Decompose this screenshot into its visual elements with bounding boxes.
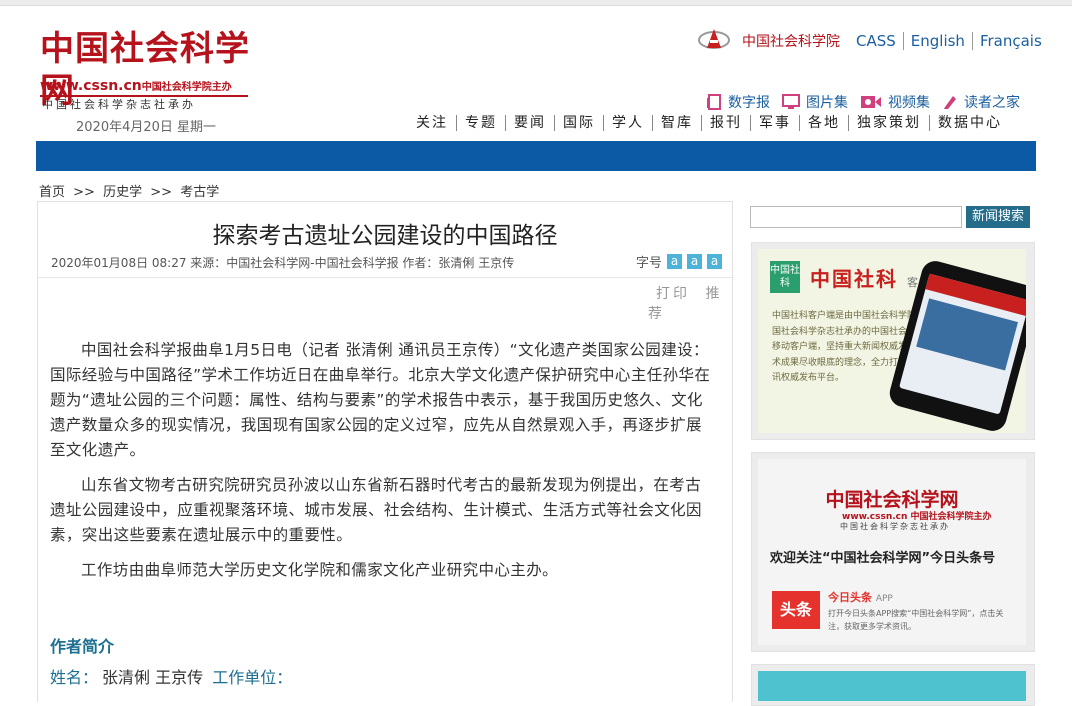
- feature-link-label: 读者之家: [964, 95, 1020, 111]
- font-size-large-button[interactable]: a: [667, 254, 683, 269]
- author-info: 姓名： 张清俐 王京传 工作单位：: [50, 664, 292, 688]
- nav-item-scholars[interactable]: 学人: [603, 115, 652, 131]
- breadcrumb-home[interactable]: 首页: [39, 185, 65, 200]
- blue-nav-bar: [36, 141, 1036, 171]
- feature-link-label: 图片集: [806, 95, 848, 111]
- site-logo[interactable]: 中国社会科学网 www.cssn.cn中国社会科学院主办 中国社会科学杂志社承办: [40, 28, 250, 112]
- toutiao-promo-banner[interactable]: 中国社会科学网 www.cssn.cn 中国社会科学院主办 中国社会科学杂志社承…: [758, 459, 1026, 645]
- nav-item-follow[interactable]: 关注: [408, 115, 456, 131]
- toutiao-app-name: 今日头条 APP: [828, 591, 893, 604]
- nav-item-regions[interactable]: 各地: [799, 115, 848, 131]
- article-paragraph: 工作坊由曲阜师范大学历史文化学院和儒家文化产业研究中心主办。: [81, 561, 559, 579]
- lang-link-french[interactable]: Français: [971, 32, 1049, 50]
- feature-link-videos[interactable]: 视频集: [860, 92, 930, 112]
- app-promo-box: 中国社科 中国社科 客户端 中国社科客户端是由中国社会科学院主办，中国社会科学杂…: [751, 242, 1035, 440]
- third-promo-box: [751, 664, 1035, 706]
- article-title: 探索考古遗址公园建设的中国路径: [212, 223, 558, 249]
- author-unit-label: 工作单位：: [212, 668, 293, 687]
- nav-item-topics[interactable]: 专题: [456, 115, 505, 131]
- nav-item-data-center[interactable]: 数据中心: [929, 115, 1010, 131]
- feature-links: 数字报 图片集 视频集 读者之家: [706, 92, 1020, 112]
- video-icon: [861, 96, 881, 108]
- nav-item-thinktank[interactable]: 智库: [652, 115, 701, 131]
- cass-cn-link[interactable]: 中国社会科学院: [742, 31, 840, 51]
- current-date: 2020年4月20日 星期一: [76, 120, 217, 135]
- author-heading: 作者简介: [50, 637, 115, 656]
- newspaper-icon: [707, 94, 721, 110]
- search-input[interactable]: [750, 206, 962, 228]
- font-size-medium-button[interactable]: a: [687, 254, 703, 269]
- breadcrumb-separator: >>: [150, 185, 173, 200]
- feature-link-newspaper[interactable]: 数字报: [706, 92, 770, 112]
- top-links: 中国社会科学院 CASS English Français: [742, 31, 1049, 51]
- app-logo-icon: 中国社科: [770, 261, 800, 293]
- article-panel: 探索考古遗址公园建设的中国路径 2020年01月08日 08:27 来源：中国社…: [37, 201, 733, 702]
- breadcrumb: 首页 >> 历史学 >> 考古学: [39, 181, 223, 200]
- author-name-label: 姓名：: [50, 668, 99, 687]
- font-size-control: 字号 a a a: [636, 252, 723, 271]
- nav-item-news[interactable]: 要闻: [505, 115, 554, 131]
- toutiao-app-icon: 头条: [772, 591, 820, 629]
- browser-top-strip: [0, 0, 1072, 6]
- nav-item-international[interactable]: 国际: [554, 115, 603, 131]
- feature-link-label: 视频集: [888, 95, 930, 111]
- main-nav: 关注 专题 要闻 国际 学人 智库 报刊 军事 各地 独家策划 数据中心: [408, 115, 1010, 131]
- news-search-button[interactable]: 新闻搜索: [966, 206, 1030, 228]
- nav-item-military[interactable]: 军事: [750, 115, 799, 131]
- feature-link-label: 数字报: [728, 95, 770, 111]
- lang-link-english[interactable]: English: [902, 32, 972, 50]
- nav-item-exclusive[interactable]: 独家策划: [848, 115, 929, 131]
- phone-screen: [899, 273, 1026, 415]
- feature-link-pictures[interactable]: 图片集: [782, 92, 848, 112]
- app-promo-banner[interactable]: 中国社科 中国社科 客户端 中国社科客户端是由中国社会科学院主办，中国社会科学杂…: [758, 249, 1026, 433]
- breadcrumb-archaeology[interactable]: 考古学: [180, 185, 219, 200]
- article-paragraph: 山东省文物考古研究院研究员孙波以山东省新石器时代考古的最新发现为例提出，在考古遗…: [50, 476, 702, 544]
- lang-link-cass[interactable]: CASS: [856, 32, 903, 50]
- breadcrumb-separator: >>: [73, 185, 95, 200]
- logo-subtitle: 中国社会科学杂志社承办: [42, 98, 196, 111]
- toutiao-app-description: 打开今日头条APP搜索“中国社会科学网”，点击关注，获取更多学术资讯。: [828, 609, 1004, 631]
- cass-logo-icon[interactable]: [698, 26, 730, 52]
- toutiao-promo-box: 中国社会科学网 www.cssn.cn 中国社会科学院主办 中国社会科学杂志社承…: [751, 452, 1035, 652]
- meta-divider: [38, 277, 732, 278]
- article-paragraph: 中国社会科学报曲阜1月5日电（记者 张清俐 通讯员王京传）“文化遗产类国家公园建…: [50, 341, 711, 459]
- logo-url: www.cssn.cn中国社会科学院主办: [40, 78, 232, 94]
- toutiao-promo-logo-title: 中国社会科学网: [825, 489, 959, 511]
- third-promo-banner[interactable]: [758, 671, 1026, 701]
- author-names: 张清俐 王京传: [102, 668, 204, 687]
- feature-link-readers[interactable]: 读者之家: [942, 92, 1020, 112]
- nav-item-journals[interactable]: 报刊: [701, 115, 750, 131]
- monitor-icon: [782, 94, 800, 109]
- print-link[interactable]: 打印: [656, 286, 690, 302]
- pen-icon: [944, 96, 956, 109]
- font-size-small-button[interactable]: a: [707, 254, 723, 269]
- article-meta: 2020年01月08日 08:27 来源：中国社会科学网-中国社会科学报 作者：…: [51, 256, 515, 270]
- article-tools: 打印 推荐: [648, 283, 732, 323]
- font-size-label: 字号: [636, 256, 663, 271]
- toutiao-follow-text: 欢迎关注“中国社会科学网”今日头条号: [770, 551, 996, 566]
- breadcrumb-history[interactable]: 历史学: [103, 185, 142, 200]
- toutiao-promo-sub: 中国社会科学杂志社承办: [840, 522, 950, 531]
